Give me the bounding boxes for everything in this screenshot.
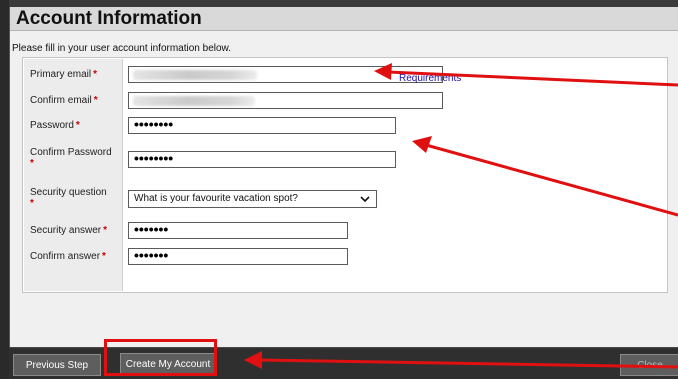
annotation-arrow-create-button — [244, 351, 678, 369]
annotation-arrow-password — [412, 136, 678, 217]
annotation-arrows — [244, 63, 678, 369]
annotation-arrow-email — [374, 63, 678, 87]
